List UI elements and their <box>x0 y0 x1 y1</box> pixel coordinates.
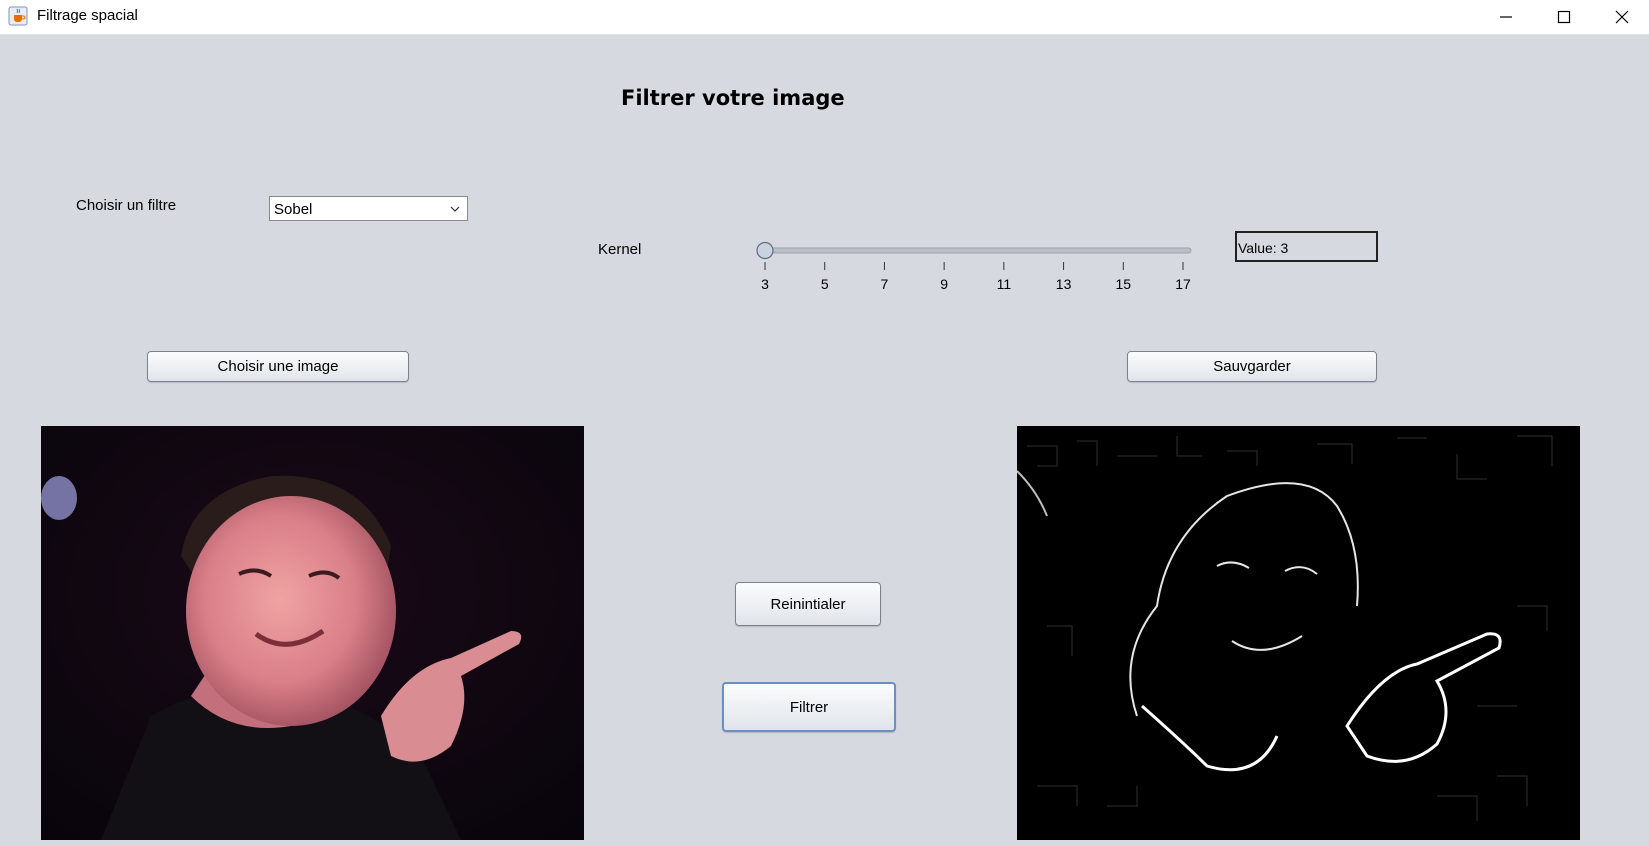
close-button[interactable] <box>1594 0 1649 34</box>
slider-tick-label: 11 <box>997 276 1012 292</box>
slider-tick-label: 15 <box>1115 276 1131 292</box>
maximize-button[interactable] <box>1536 0 1592 34</box>
filtered-photo <box>1017 426 1580 840</box>
kernel-slider[interactable]: 3 5 7 9 11 13 15 17 <box>748 232 1208 302</box>
slider-thumb[interactable] <box>756 241 774 260</box>
page-title: Filtrer votre image <box>621 86 845 110</box>
original-photo <box>41 426 584 840</box>
minimize-icon <box>1500 16 1512 18</box>
reset-button[interactable]: Reinintialer <box>735 582 881 626</box>
kernel-value-display: Value: 3 <box>1235 231 1378 262</box>
close-icon <box>1615 10 1629 24</box>
kernel-label: Kernel <box>598 241 642 258</box>
minimize-button[interactable] <box>1478 0 1534 34</box>
filter-button[interactable]: Filtrer <box>722 682 896 732</box>
filter-select[interactable]: Sobel <box>269 196 468 221</box>
slider-tick-label: 9 <box>940 276 948 292</box>
java-cup-icon <box>8 6 28 26</box>
slider-tick-label: 3 <box>761 276 769 292</box>
filter-select-value: Sobel <box>274 201 313 218</box>
window-titlebar: Filtrage spacial <box>0 0 1649 35</box>
window-title: Filtrage spacial <box>37 7 138 24</box>
slider-track <box>760 247 1192 254</box>
maximize-icon <box>1557 10 1571 24</box>
slider-tick-label: 5 <box>821 276 829 292</box>
original-image <box>41 426 584 840</box>
filtered-image <box>1017 426 1580 840</box>
slider-tick-label: 13 <box>1056 276 1072 292</box>
filter-label: Choisir un filtre <box>76 197 177 214</box>
slider-tick-label: 7 <box>881 276 889 292</box>
choose-image-button[interactable]: Choisir une image <box>147 351 409 382</box>
slider-tick-label: 17 <box>1175 276 1191 292</box>
kernel-value-label: Value: 3 <box>1238 240 1289 256</box>
save-button[interactable]: Sauvgarder <box>1127 351 1377 382</box>
chevron-down-icon <box>450 206 460 212</box>
